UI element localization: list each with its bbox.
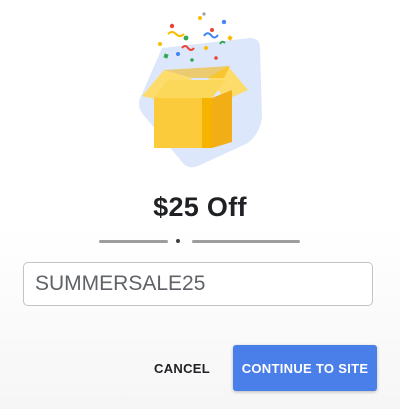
gift-box-icon (139, 12, 262, 168)
cancel-button[interactable]: CANCEL (143, 352, 221, 384)
continue-to-site-button[interactable]: CONTINUE TO SITE (233, 345, 377, 391)
promo-code-field[interactable] (23, 262, 373, 306)
discount-title: $25 Off (153, 192, 247, 222)
divider-dot (176, 239, 180, 243)
divider-right (192, 240, 300, 243)
promo-dialog: $25 Off CANCEL CONTINUE TO SITE (0, 0, 400, 409)
divider-left (99, 240, 168, 243)
